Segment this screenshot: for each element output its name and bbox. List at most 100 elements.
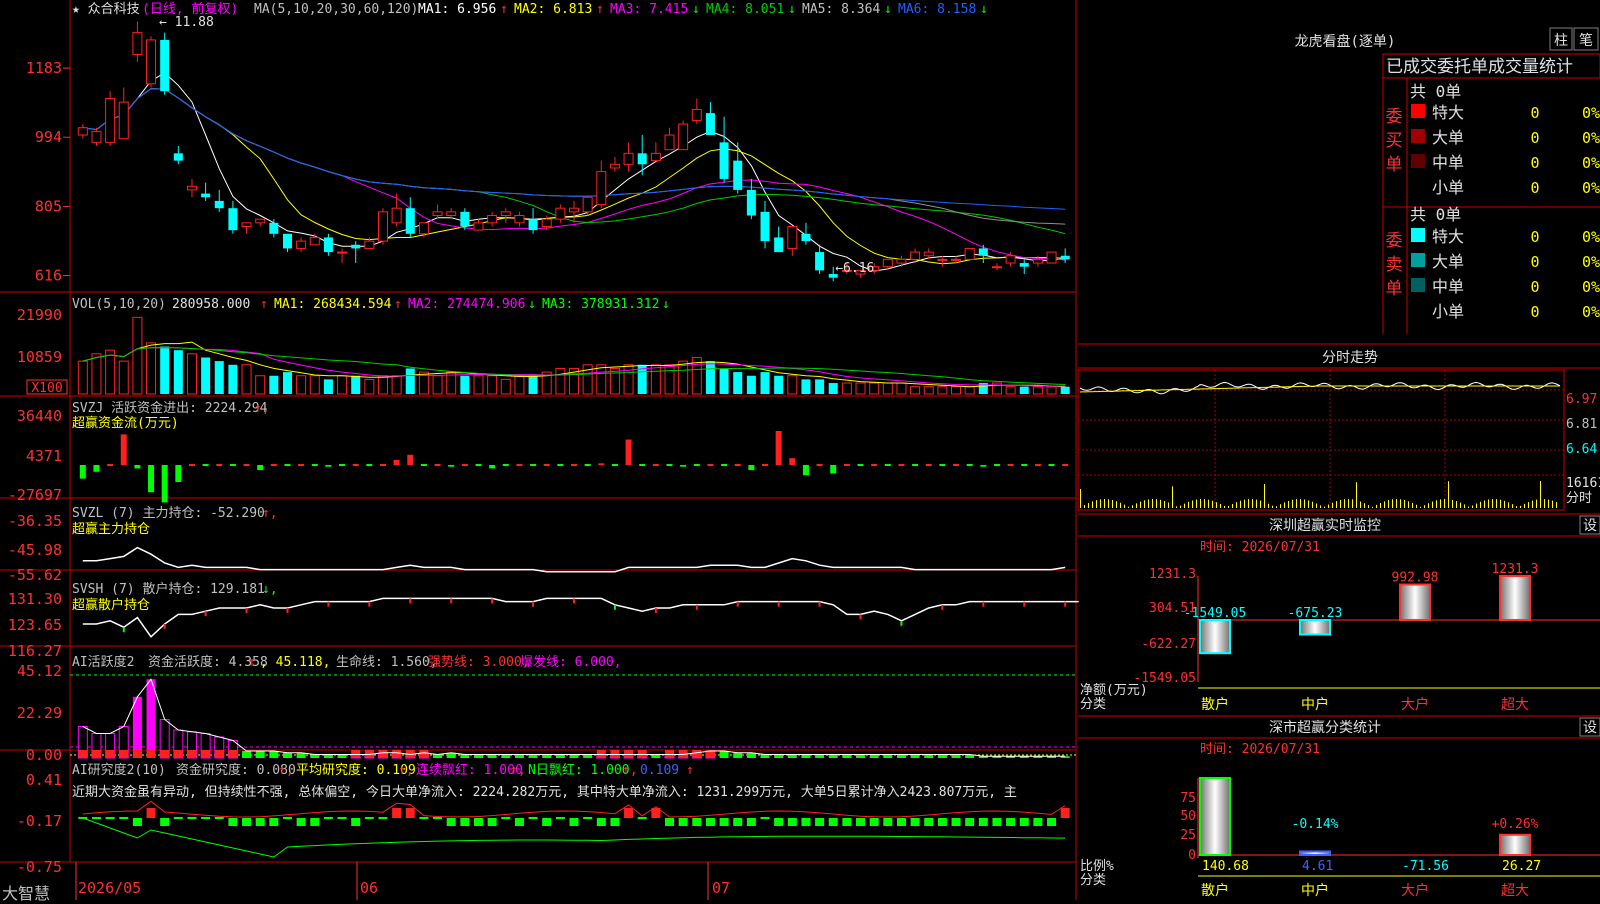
candle-up <box>255 218 266 224</box>
vol-bar-down <box>160 346 170 394</box>
sell-swatch <box>1411 228 1425 242</box>
intraday-vol-bar <box>1352 499 1353 508</box>
svsh-tick <box>654 608 657 613</box>
sz-monitor-bar <box>1199 619 1231 655</box>
ai2-dash <box>555 817 565 819</box>
svzj-bar-neg <box>134 465 141 469</box>
candle-down <box>774 237 784 253</box>
sell-row-name: 特大 <box>1432 227 1464 246</box>
ai2-comment: 近期大资金虽有异动, 但持续性不强, 总体偏空, 今日大单净流入: 2224.2… <box>72 784 1017 800</box>
svsh-tick <box>818 601 821 607</box>
price-y-tick: 1183 <box>26 59 62 77</box>
svzj-bar-pos <box>393 459 400 465</box>
candle-up <box>418 222 429 235</box>
intraday-vol-bar <box>1200 499 1201 508</box>
vol-bar-up <box>596 364 607 395</box>
ai1-base-red <box>132 750 142 758</box>
candle-up <box>487 215 498 224</box>
ma-arrow: ↓ <box>692 2 700 17</box>
ai1-item: ↑ <box>248 655 256 670</box>
intraday-vol-bar <box>1104 499 1105 508</box>
ai2-bar-green <box>310 818 320 826</box>
main-canvas[interactable]: 1183994805616★ 众合科技 (日线, 前复权) MA(5,10,20,3… <box>0 0 1600 900</box>
svsh-tick <box>532 601 535 607</box>
svzj-dash <box>284 464 291 466</box>
svzj-dash <box>339 464 346 466</box>
ai2-bar-green <box>255 818 265 826</box>
intraday-vol-bar <box>1384 501 1385 508</box>
ai2-bar-red <box>392 808 402 818</box>
candle-down <box>201 193 211 198</box>
candle-up <box>77 127 88 136</box>
candle-up <box>937 258 948 261</box>
intraday-vol-bar <box>1332 502 1333 508</box>
intraday-vol-bar <box>1160 499 1161 508</box>
intraday-vol-bar <box>1520 505 1521 508</box>
svzj-y-tick: 4371 <box>26 447 62 465</box>
candle-up <box>146 39 157 85</box>
ai1-bar-green <box>774 754 784 758</box>
candle-down <box>1019 263 1029 267</box>
intraday-vol-bar <box>1116 501 1117 508</box>
buy-row-pct: 0% <box>1582 104 1600 122</box>
sell-row-pct: 0% <box>1582 303 1600 321</box>
svzj-dash <box>366 464 373 466</box>
svsh-tick <box>491 598 494 604</box>
sz-class-category: 大户 <box>1401 882 1429 899</box>
candle-up <box>991 266 1002 269</box>
vol-bar-down <box>774 375 784 394</box>
ma-arrow: ↓ <box>980 2 988 17</box>
sz-monitor-y-tick: 1231.3 <box>1149 567 1196 582</box>
svsh-tick <box>245 608 248 613</box>
intraday-vol-bar <box>1152 499 1153 508</box>
sz-class-bar <box>1299 850 1331 857</box>
intraday-vol-bar <box>1428 503 1429 508</box>
intraday-vol-bar <box>1192 500 1193 508</box>
vol-bar-down <box>746 375 756 394</box>
intraday-vol-bar <box>1432 501 1433 508</box>
svzj-dash <box>925 464 932 466</box>
sell-row-count: 0 <box>1530 278 1539 296</box>
svzj-dash <box>543 464 550 466</box>
ai2-bar-red <box>1060 808 1070 818</box>
ai2-bar-green <box>473 818 483 826</box>
intraday-vol-bar <box>1188 501 1189 508</box>
intraday-vol-bar <box>1172 486 1173 508</box>
vol-bar-up <box>500 378 511 395</box>
svsh-tick <box>736 601 739 607</box>
svsh-tick <box>777 601 780 607</box>
intraday-vol-bar <box>1368 505 1369 508</box>
sz-monitor-category: 中户 <box>1301 696 1329 713</box>
svzj-dash <box>216 464 223 466</box>
candle-up <box>951 258 962 261</box>
sz-monitor-category: 大户 <box>1401 696 1429 713</box>
ai2-item: 连续飘红: 1.000 <box>416 762 523 778</box>
vol-bar-up <box>105 349 116 395</box>
ai2-bar-green <box>487 818 497 826</box>
ai1-item: , 45.118, <box>260 655 330 670</box>
sz-class-time: 时间: 2026/07/31 <box>1200 742 1320 757</box>
svzj-dash <box>461 464 468 466</box>
ai2-dash <box>187 817 197 819</box>
svzj-bar-pos <box>407 454 414 465</box>
vol-value: 280958.000 <box>172 297 250 312</box>
candle-down <box>269 222 279 234</box>
intraday-vol-bar <box>1248 499 1249 508</box>
svsh-tick <box>450 598 453 604</box>
svsh-tick <box>286 608 289 613</box>
candle-up <box>623 152 634 165</box>
sz-monitor-time: 时间: 2026/07/31 <box>1200 540 1320 555</box>
ai2-dash <box>105 817 115 819</box>
sz-monitor-bar <box>1399 583 1431 622</box>
ai2-bar-green <box>951 818 961 826</box>
ai2-dash <box>637 817 647 819</box>
vol-bar-up <box>609 367 620 395</box>
buy-swatch <box>1411 129 1425 143</box>
svzj-dash <box>502 464 509 466</box>
intraday-vol-bar <box>1140 501 1141 508</box>
svzj-bar-neg <box>489 465 496 469</box>
svsh-arrow: ↓, <box>262 582 278 597</box>
candle-down <box>405 208 415 234</box>
ai2-bar-green <box>514 818 524 826</box>
vol-bar-up <box>882 382 893 395</box>
